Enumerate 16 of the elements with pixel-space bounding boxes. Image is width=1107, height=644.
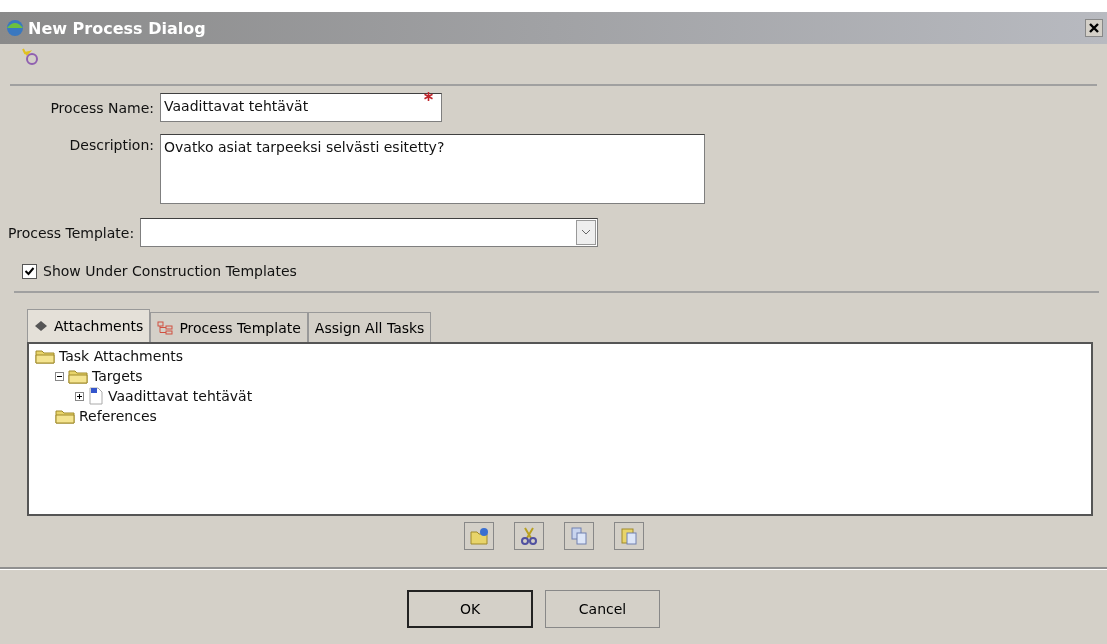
description-field[interactable]: Ovatko asiat tarpeeksi selvästi esitetty? xyxy=(160,134,705,204)
tree-item[interactable]: Vaadittavat tehtävät xyxy=(108,388,253,404)
tree-item[interactable]: Task Attachments xyxy=(59,348,184,364)
ok-button[interactable]: OK xyxy=(407,590,533,628)
field-label: Process Name: xyxy=(49,99,154,116)
tree-item[interactable]: References xyxy=(79,408,157,424)
tab[interactable]: Assign All Tasks xyxy=(307,312,432,342)
process-name-field[interactable]: Vaadittavat tehtävät xyxy=(160,93,442,122)
checkbox-label: Show Under Construction Templates xyxy=(43,263,297,279)
tab[interactable]: Attachments xyxy=(27,309,151,342)
window-title: New Process Dialog xyxy=(28,18,207,38)
cancel-button[interactable]: Cancel xyxy=(545,590,660,628)
field-label: Description: xyxy=(68,136,154,153)
tab[interactable]: Process Template xyxy=(150,312,308,342)
field-label: Process Template: xyxy=(8,224,135,241)
tree-item[interactable]: Targets xyxy=(92,368,143,384)
